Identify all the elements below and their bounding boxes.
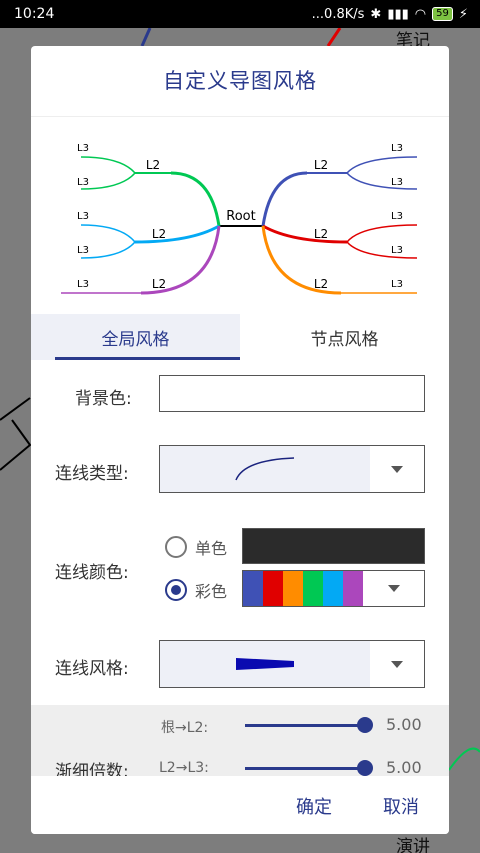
radio-multi-button[interactable] (165, 579, 187, 601)
taper-ratio-panel: 渐细倍数: 根→L2: 5.00 L2→L3: 5.00 (31, 705, 449, 782)
preview-l2-label: L2 (146, 158, 160, 172)
preview-l2-label: L2 (314, 277, 328, 291)
radio-multi-label: 彩色 (195, 582, 228, 601)
preview-l3-label: L3 (77, 245, 89, 256)
dialog-title: 自定义导图风格 (163, 69, 317, 93)
preview-l2-label: L2 (152, 277, 166, 291)
line-style-preview (160, 641, 370, 687)
network-speed: ...0.8K/s (311, 6, 365, 22)
tab-global-style[interactable]: 全局风格 (31, 314, 240, 360)
line-type-label: 连线类型: (55, 464, 129, 484)
style-tabs: 全局风格 节点风格 (31, 314, 449, 360)
line-style-select[interactable] (159, 640, 425, 688)
background-color-picker[interactable] (159, 375, 425, 412)
dropdown-arrow-icon (391, 465, 403, 473)
line-color-label: 连线颜色: (55, 563, 129, 583)
status-time: 10:24 (14, 6, 55, 22)
radio-single-label: 单色 (195, 539, 228, 558)
cancel-button[interactable]: 取消 (383, 793, 419, 819)
charging-icon: ⚡ (458, 6, 468, 22)
preview-l3-label: L3 (77, 279, 89, 290)
status-icons: ...0.8K/s ✱ ▮▮▮ ◠ 59 ⚡ (312, 7, 468, 22)
curve-line-icon (235, 457, 295, 481)
dropdown-arrow-icon (391, 660, 403, 668)
background-note-bottom: 演讲 (396, 837, 430, 853)
preview-l3-label: L3 (391, 177, 403, 188)
radio-single-button[interactable] (165, 536, 187, 558)
preview-l3-label: L3 (391, 143, 403, 154)
slider-root-l2-value: 5.00 (386, 715, 422, 734)
slider-root-l2-label: 根→L2: (161, 720, 209, 736)
slider-l2-l3-label: L2→L3: (159, 760, 209, 776)
signal-icon: ▮▮▮ (387, 6, 409, 22)
slider-root-l2-track[interactable] (245, 724, 365, 727)
palette-swatch (303, 571, 323, 606)
line-style-label: 连线风格: (55, 659, 129, 679)
slider-l2-l3-thumb[interactable] (357, 760, 373, 776)
preview-l2-label: L2 (152, 227, 166, 241)
preview-l2-label: L2 (314, 227, 328, 241)
custom-style-dialog: 自定义导图风格 Root L2 L2 L2 L2 L2 L2 L3 L3 L3 … (31, 46, 449, 834)
preview-l3-label: L3 (391, 211, 403, 222)
mindmap-preview: Root L2 L2 L2 L2 L2 L2 L3 L3 L3 L3 L3 L3… (31, 116, 449, 314)
preview-l3-label: L3 (77, 143, 89, 154)
preview-l2-label: L2 (314, 158, 328, 172)
palette-swatch (323, 571, 343, 606)
single-color-swatch[interactable] (242, 528, 425, 564)
slider-root-l2-thumb[interactable] (357, 717, 373, 733)
line-type-dropdown[interactable] (370, 446, 424, 492)
preview-l3-label: L3 (391, 245, 403, 256)
mindmap-preview-svg: Root L2 L2 L2 L2 L2 L2 L3 L3 L3 L3 L3 L3… (61, 143, 418, 295)
tapered-line-icon (236, 658, 294, 670)
status-bar: 10:24 ...0.8K/s ✱ ▮▮▮ ◠ 59 ⚡ (0, 0, 480, 28)
confirm-button[interactable]: 确定 (296, 793, 332, 819)
bluetooth-icon: ✱ (370, 6, 382, 22)
line-type-preview (160, 446, 370, 492)
palette-dropdown[interactable] (363, 571, 424, 606)
dialog-footer: 确定 取消 (31, 776, 449, 834)
wifi-icon: ◠ (414, 6, 427, 22)
multi-color-palette[interactable] (242, 570, 425, 607)
tab-node-style[interactable]: 节点风格 (240, 314, 449, 360)
preview-l3-label: L3 (391, 279, 403, 290)
line-type-select[interactable] (159, 445, 425, 493)
palette-swatch (343, 571, 363, 606)
palette-swatch (263, 571, 283, 606)
line-style-dropdown[interactable] (370, 641, 424, 687)
radio-multi-color[interactable]: 彩色 (165, 578, 227, 602)
preview-root-label: Root (226, 209, 255, 224)
palette-swatch (243, 571, 263, 606)
dropdown-arrow-icon (387, 585, 400, 592)
radio-single-color[interactable]: 单色 (165, 535, 227, 559)
preview-l3-label: L3 (77, 177, 89, 188)
preview-l3-label: L3 (77, 211, 89, 222)
slider-l2-l3-value: 5.00 (386, 758, 422, 777)
battery-icon: 59 (432, 7, 453, 21)
background-color-label: 背景色: (75, 389, 132, 409)
slider-l2-l3-track[interactable] (245, 767, 365, 770)
palette-swatch (283, 571, 303, 606)
